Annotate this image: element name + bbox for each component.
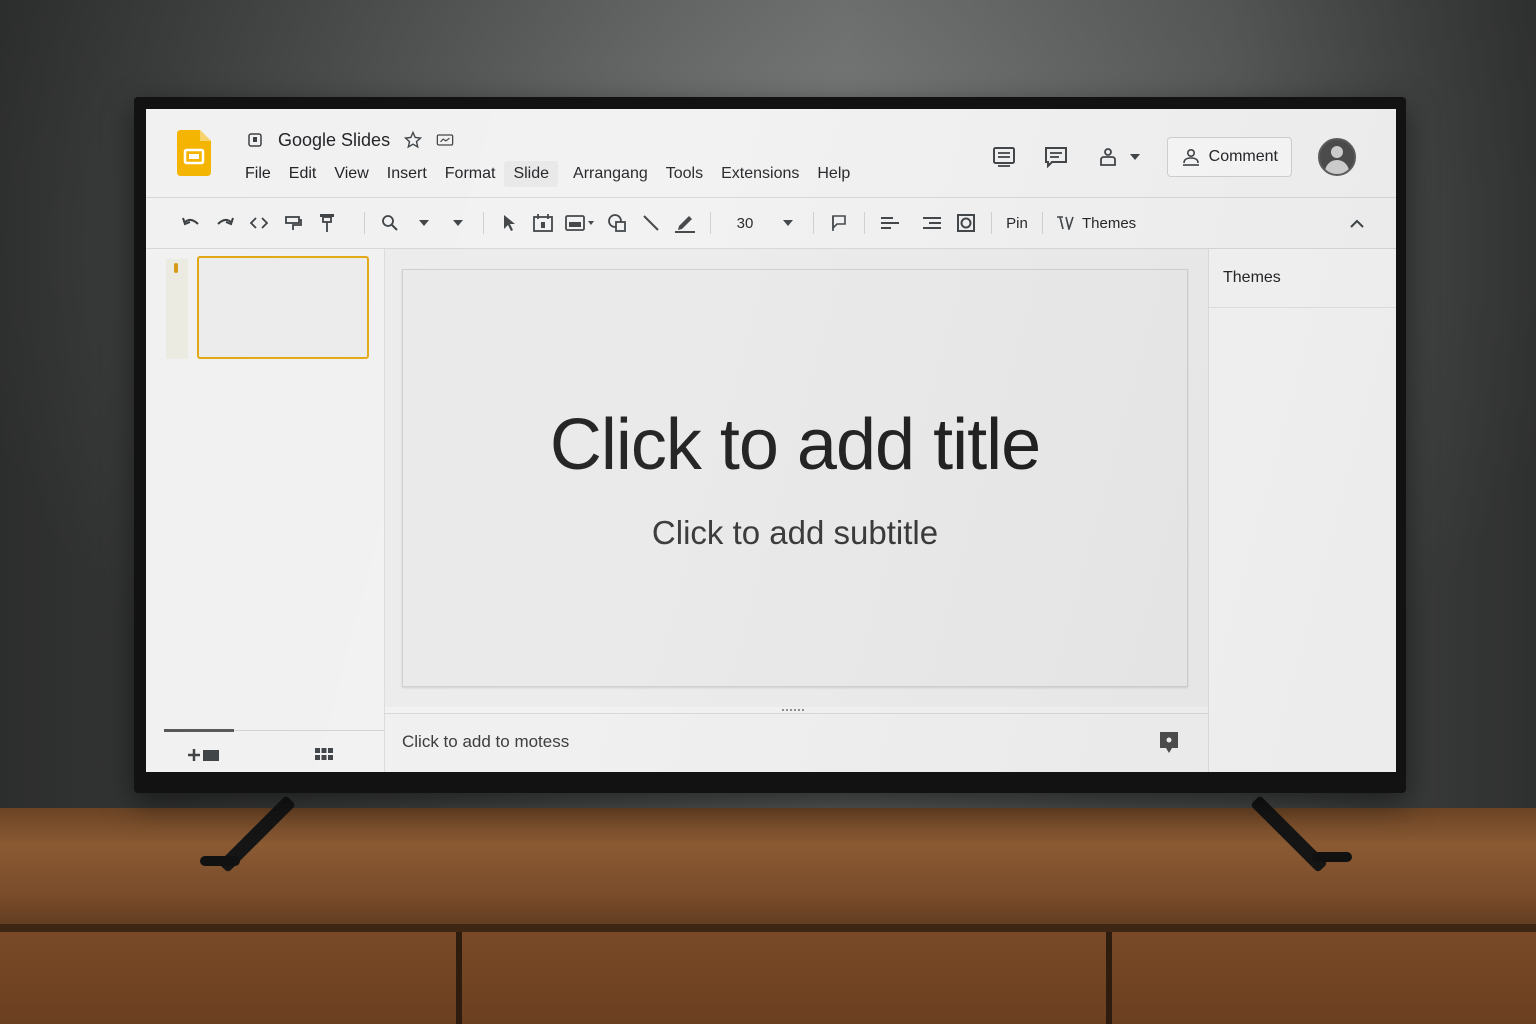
slide-number-bar	[166, 259, 188, 359]
comment-label: Comment	[1208, 148, 1278, 165]
grid-view-icon[interactable]	[315, 743, 333, 767]
add-slide-icon[interactable]	[186, 743, 220, 767]
tv-screen: Google Slides File Edit View Insert Form…	[146, 109, 1396, 772]
menu-extensions[interactable]: Extensions	[712, 161, 808, 187]
slide-number-marker	[174, 263, 178, 273]
slides-logo-icon[interactable]	[177, 130, 211, 176]
move-to-folder-icon[interactable]	[436, 131, 454, 149]
comments-icon[interactable]	[1043, 144, 1069, 170]
pen-icon[interactable]	[668, 209, 702, 237]
menu-format[interactable]: Format	[436, 161, 505, 187]
code-icon[interactable]	[242, 209, 276, 237]
pin-button[interactable]: Pin	[1000, 209, 1034, 237]
menu-view[interactable]: View	[325, 161, 377, 187]
speaker-notes-placeholder[interactable]: Click to add to motess	[402, 732, 569, 752]
cabinet-front	[0, 932, 1536, 1024]
main-toolbar: 30 Pin Themes	[146, 198, 1396, 249]
account-avatar[interactable]	[1318, 138, 1356, 176]
select-cursor-icon[interactable]	[492, 209, 526, 237]
menu-insert[interactable]: Insert	[378, 161, 436, 187]
slide-subtitle-placeholder[interactable]: Click to add subtitle	[403, 514, 1187, 552]
slideshow-icon[interactable]	[991, 144, 1017, 170]
zoom-icon[interactable]	[373, 209, 407, 237]
zoom-dropdown-icon[interactable]	[407, 209, 441, 237]
share-person-icon[interactable]	[1095, 144, 1121, 170]
menu-bar: File Edit View Insert Format Slide Arran…	[236, 161, 859, 187]
app-header: Google Slides File Edit View Insert Form…	[146, 109, 1396, 198]
drawer-gap	[456, 932, 462, 1024]
image-icon[interactable]	[560, 209, 600, 237]
tv-foot-left	[200, 856, 240, 866]
header-actions: Comment	[991, 137, 1356, 177]
menu-tools[interactable]: Tools	[657, 161, 712, 187]
undo-icon[interactable]	[174, 209, 208, 237]
redo-icon[interactable]	[208, 209, 242, 237]
themes-button[interactable]: Themes	[1051, 209, 1141, 237]
slide-title-placeholder[interactable]: Click to add title	[403, 404, 1187, 486]
line-icon[interactable]	[634, 209, 668, 237]
document-title[interactable]: Google Slides	[278, 130, 390, 151]
drawer-gap	[1106, 932, 1112, 1024]
pin-icon[interactable]	[310, 209, 344, 237]
flag-icon[interactable]	[822, 209, 856, 237]
font-size-value[interactable]: 30	[719, 209, 771, 237]
themes-icon	[1057, 216, 1074, 230]
slide-thumbnail[interactable]	[197, 256, 369, 359]
themes-label: Themes	[1082, 214, 1137, 232]
menu-edit[interactable]: Edit	[280, 161, 326, 187]
zoom-mode-dropdown-icon[interactable]	[441, 209, 475, 237]
themes-panel-title: Themes	[1223, 269, 1281, 286]
speaker-notes[interactable]: Click to add to motess	[385, 713, 1208, 772]
star-icon[interactable]	[404, 131, 423, 149]
font-size-dropdown-icon[interactable]	[771, 209, 805, 237]
menu-arrange[interactable]: Arrangang	[564, 161, 657, 187]
align-right-icon[interactable]	[915, 209, 949, 237]
shape-icon[interactable]	[600, 209, 634, 237]
slide[interactable]: Click to add title Click to add subtitle	[402, 269, 1188, 687]
align-left-icon[interactable]	[873, 209, 907, 237]
comment-user-icon	[1182, 148, 1199, 166]
tv-foot-right	[1312, 852, 1352, 862]
text-box-icon[interactable]	[526, 209, 560, 237]
filmstrip-scroll-indicator[interactable]	[164, 729, 234, 732]
menu-file[interactable]: File	[236, 161, 280, 187]
chevron-down-icon[interactable]	[1129, 144, 1141, 170]
cabinet-edge	[0, 924, 1536, 932]
share-menu[interactable]	[1095, 144, 1141, 170]
menu-slide[interactable]: Slide	[504, 161, 559, 187]
paint-format-icon[interactable]	[276, 209, 310, 237]
themes-panel: Themes	[1208, 249, 1396, 772]
title-row: Google Slides	[246, 127, 454, 153]
document-icon[interactable]	[246, 131, 264, 149]
slide-canvas: Click to add title Click to add subtitle	[385, 249, 1208, 707]
menu-help[interactable]: Help	[808, 161, 859, 187]
comment-button[interactable]: Comment	[1166, 137, 1292, 177]
frame-icon[interactable]	[949, 209, 983, 237]
collapse-chevron-icon[interactable]	[1340, 209, 1374, 237]
themes-panel-divider	[1209, 307, 1396, 308]
notes-marker-icon[interactable]	[1158, 730, 1180, 756]
slide-filmstrip	[146, 249, 385, 772]
